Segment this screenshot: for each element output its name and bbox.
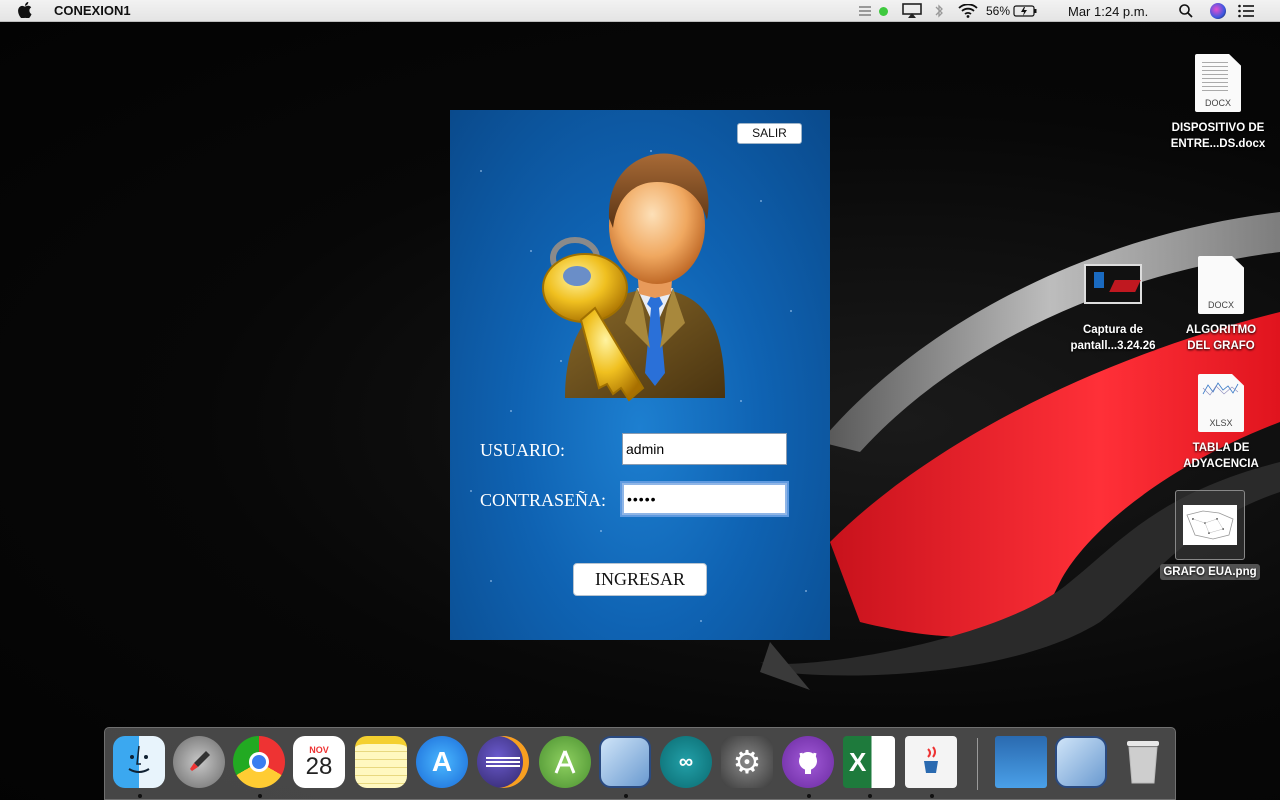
xlsx-file-icon: XLSX [1198, 374, 1244, 432]
dock-chrome[interactable] [233, 736, 287, 790]
desktop-icon-algoritmo-docx[interactable]: DOCX ALGORITMO DEL GRAFO [1166, 256, 1276, 354]
desktop-icon-label: DISPOSITIVO DE ENTRE...DS.docx [1170, 122, 1266, 150]
dock-github-desktop[interactable] [782, 736, 836, 790]
desktop-icon-label: TABLA DE ADYACENCIA [1183, 442, 1259, 470]
dock-launchpad[interactable] [173, 736, 227, 790]
dock-android-studio[interactable] [539, 736, 593, 790]
battery-icon[interactable] [1013, 5, 1037, 17]
green-status-dot-icon[interactable] [879, 6, 888, 16]
login-submit-button[interactable]: INGRESAR [573, 563, 707, 596]
dock-trash[interactable] [1117, 736, 1171, 790]
dock-separator [977, 738, 978, 790]
notification-center-icon[interactable] [1238, 4, 1254, 18]
running-indicator [138, 794, 142, 798]
running-indicator [868, 794, 872, 798]
dock: NOV 28 A ∞ ⚙ X [104, 727, 1176, 800]
dock-calendar[interactable]: NOV 28 [293, 736, 347, 790]
status-icons: 56% [858, 0, 1037, 22]
github-icon [782, 736, 834, 788]
java-cup-icon [905, 736, 957, 788]
desktop-icon-label: Captura de pantall...3.24.26 [1070, 324, 1156, 352]
desktop-icon-label: ALGORITMO DEL GRAFO [1185, 324, 1257, 352]
password-label: CONTRASEÑA: [480, 490, 607, 510]
stats-icon[interactable] [858, 4, 872, 18]
virtualbox-cube-icon [1055, 736, 1107, 788]
menu-bar: CONEXION1 56% Mar 1:24 p.m. [0, 0, 1280, 22]
running-indicator [258, 794, 262, 798]
docx-file-icon: DOCX [1198, 256, 1244, 314]
battery-percent[interactable]: 56% [986, 4, 1010, 18]
document-stack-icon [995, 736, 1047, 788]
wifi-icon[interactable] [958, 4, 978, 18]
exit-button[interactable]: SALIR [737, 123, 802, 144]
running-indicator [624, 794, 628, 798]
user-input[interactable] [622, 433, 787, 465]
spotlight-search-icon[interactable] [1178, 3, 1194, 19]
bluetooth-icon[interactable] [934, 3, 944, 19]
running-indicator [930, 794, 934, 798]
dock-excel[interactable]: X [843, 736, 897, 790]
dock-virtualbox[interactable] [599, 736, 653, 790]
png-thumbnail-icon [1175, 490, 1245, 560]
dock-app-store[interactable]: A [416, 736, 470, 790]
arduino-icon: ∞ [660, 736, 712, 788]
apple-menu-icon[interactable] [18, 1, 32, 22]
desktop-icon-captura-screenshot[interactable]: Captura de pantall...3.24.26 [1058, 264, 1168, 354]
dock-virtualbox-stack[interactable] [1055, 736, 1109, 790]
android-studio-icon [539, 736, 591, 788]
desktop-icon-label: GRAFO EUA.png [1160, 564, 1260, 580]
clock[interactable]: Mar 1:24 p.m. [1068, 0, 1148, 22]
dock-notes[interactable] [355, 736, 409, 790]
desktop-icon-tabla-xlsx[interactable]: XLSX TABLA DE ADYACENCIA [1166, 374, 1276, 472]
calendar-icon: NOV 28 [293, 736, 345, 788]
trash-icon [1117, 736, 1169, 788]
desktop-icon-dispositivo-docx[interactable]: DOCX DISPOSITIVO DE ENTRE...DS.docx [1163, 54, 1273, 152]
running-indicator [807, 794, 811, 798]
dock-document-stack[interactable] [995, 736, 1049, 790]
excel-icon: X [843, 736, 895, 788]
dock-eclipse[interactable] [477, 736, 531, 790]
siri-icon[interactable] [1210, 3, 1226, 19]
eclipse-icon [477, 736, 529, 788]
user-label: USUARIO: [480, 440, 566, 460]
docx-file-icon: DOCX [1195, 54, 1241, 112]
app-store-icon: A [416, 736, 468, 788]
chrome-icon [233, 736, 285, 788]
notes-icon [355, 736, 407, 788]
gear-icon: ⚙ [721, 736, 773, 788]
desktop-icon-grafo-png[interactable]: GRAFO EUA.png [1155, 490, 1265, 580]
virtualbox-cube-icon [599, 736, 651, 788]
dock-finder[interactable] [113, 736, 167, 790]
screenshot-thumbnail-icon [1084, 264, 1142, 304]
dock-arduino[interactable]: ∞ [660, 736, 714, 790]
password-input[interactable] [622, 483, 787, 515]
user-key-icon [542, 153, 725, 402]
login-window: SALIR USUARIO: CONTRASEÑA: [450, 110, 830, 640]
dock-system-preferences[interactable]: ⚙ [721, 736, 775, 790]
airplay-icon[interactable] [902, 3, 922, 19]
app-name[interactable]: CONEXION1 [54, 3, 131, 18]
finder-icon [113, 736, 165, 788]
dock-java[interactable] [905, 736, 959, 790]
launchpad-rocket-icon [173, 736, 225, 788]
